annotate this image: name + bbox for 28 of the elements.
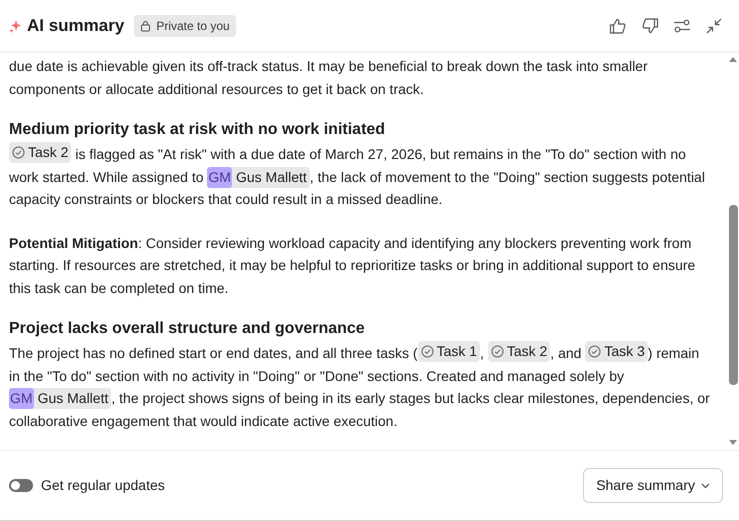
toggle-label: Get regular updates	[41, 476, 165, 495]
summary-paragraph: Task 2 is flagged as "At risk" with a due date of March 27, 2026, but remains in the "To do" section with no work started. While assigned to GM Gus Mallett , the lack of movement to the "Doing" section suggests potential capacity constraints or blockers that could result in a missed deadline.	[9, 142, 706, 209]
task-link[interactable]: Task 2	[9, 142, 72, 163]
check-circle-icon	[420, 345, 434, 358]
task-link[interactable]: Task 1	[418, 341, 480, 362]
summary-paragraph: due date is achievable given its off-track status. It may be beneficial to break down the task into smaller components or allocate additional resources to get it back on track.	[9, 57, 649, 99]
summary-paragraph: Potential Mitigation: Consider reviewing workload capacity and identifying any blockers preventing work from starting. If resources are stretched, it may be helpful to reprioritize tasks or bring in additional support to ensure this task can be completed on time.	[9, 234, 696, 298]
user-mention[interactable]: GM Gus Mallett	[9, 388, 112, 409]
scrollbar-thumb[interactable]	[729, 205, 738, 385]
user-mention[interactable]: GM Gus Mallett	[207, 166, 310, 188]
task-link[interactable]: Task 2	[488, 341, 550, 362]
private-badge: Private to you	[134, 14, 236, 36]
chevron-down-icon	[701, 482, 710, 488]
check-circle-icon	[588, 345, 602, 358]
summary-paragraph: The project has no defined start or end dates, and all three tasks ( Task 1 , Task 2 , and Task 3 ) remain in the "To do" section with no activity in "Doing" or "Done" sections. Created and managed solely by GM Gus Mallett , the project shows signs of being in its early stages but lacks clear milestones, dependencies, or collaborative engagement that would indicate active execution.	[9, 341, 711, 431]
share-summary-button[interactable]: Share summary	[583, 468, 723, 503]
check-circle-icon	[12, 146, 25, 159]
sparkle-icon	[9, 18, 21, 32]
updates-toggle[interactable]	[9, 479, 33, 492]
section-heading: Medium priority task at risk with no work initiated	[9, 120, 386, 140]
panel-title: AI summary	[27, 14, 124, 37]
collapse-icon[interactable]	[704, 16, 724, 36]
thumbs-down-icon[interactable]	[640, 16, 660, 36]
section-heading: Project lacks overall structure and governance	[9, 319, 366, 339]
scroll-up-icon[interactable]	[729, 56, 737, 62]
scroll-down-icon[interactable]	[729, 440, 737, 446]
check-circle-icon	[490, 345, 504, 358]
task-link[interactable]: Task 3	[585, 341, 648, 362]
